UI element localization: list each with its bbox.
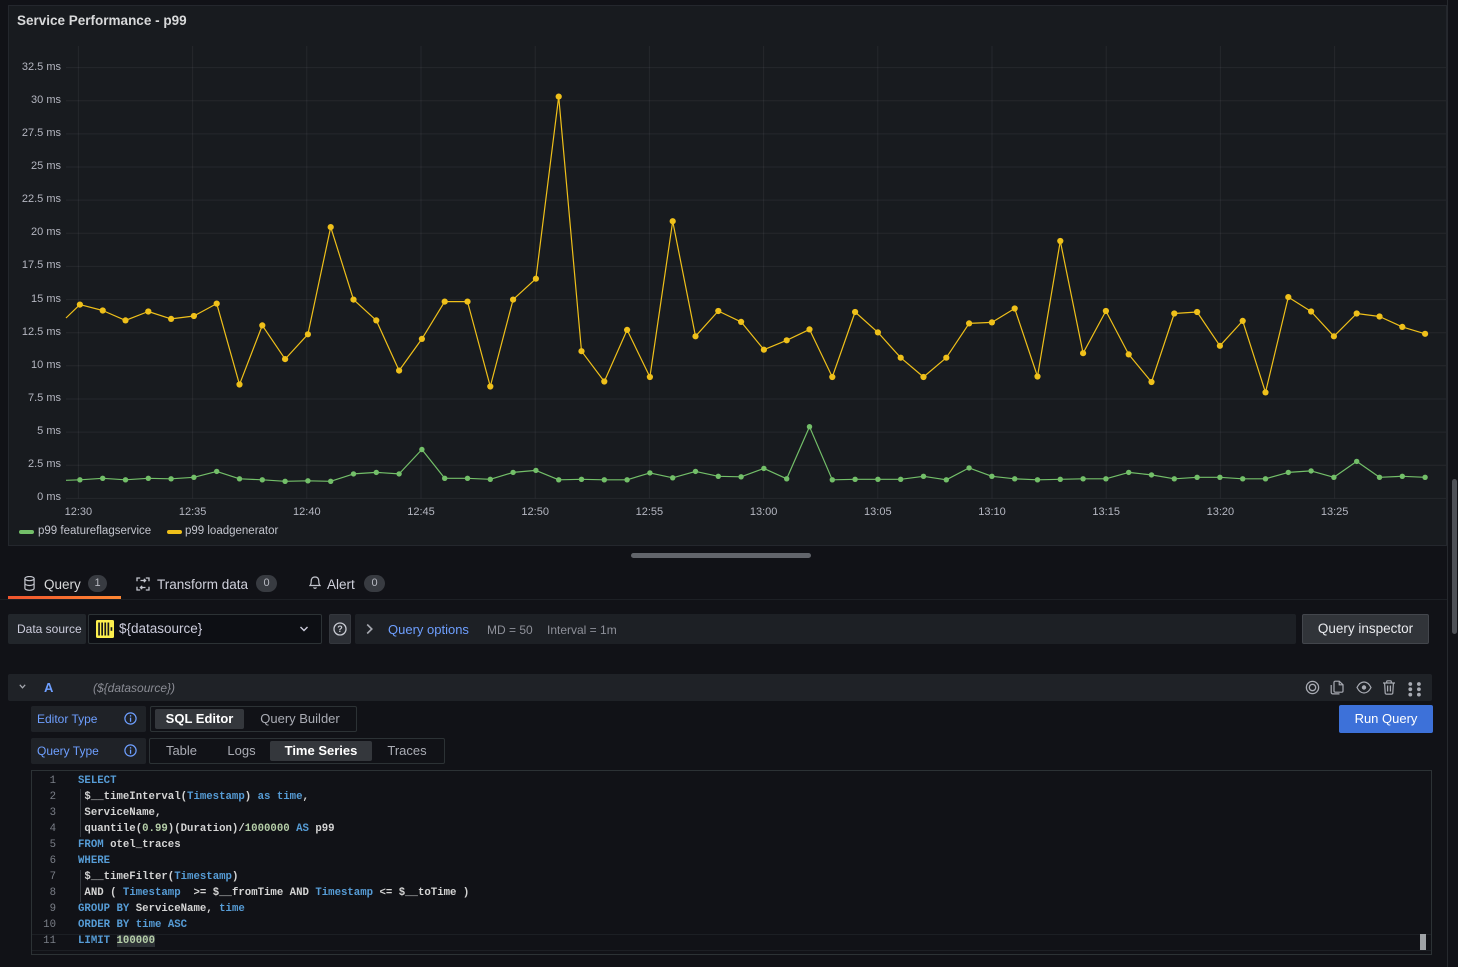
svg-text:?: ? [337, 624, 343, 634]
